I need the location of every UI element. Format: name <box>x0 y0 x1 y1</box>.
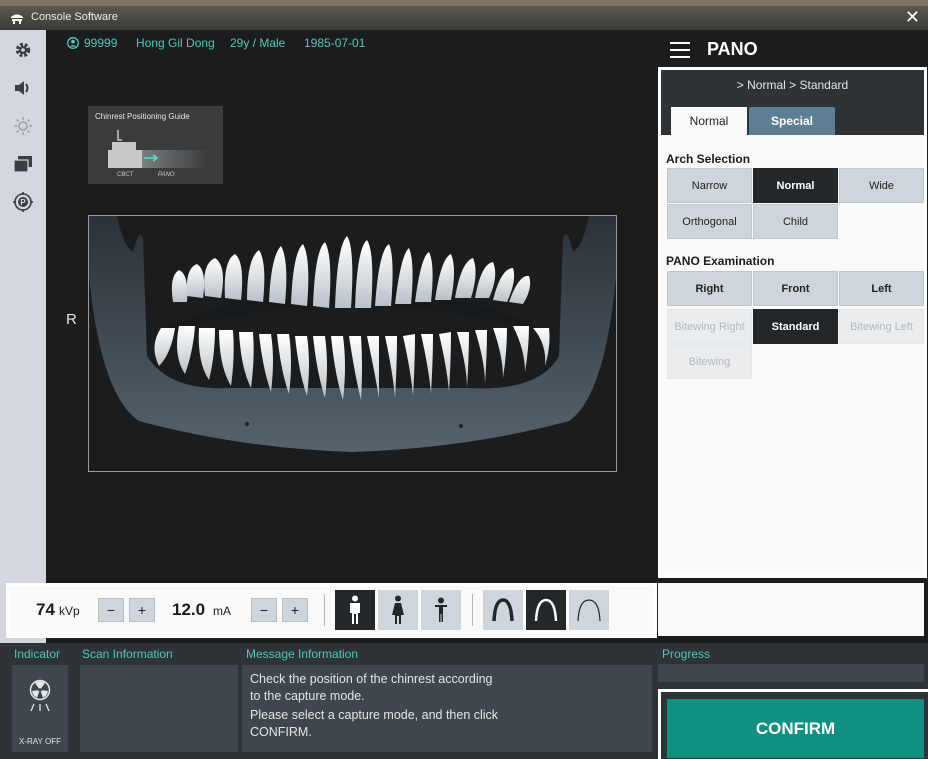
guide-label-cbct: CBCT <box>117 172 134 178</box>
jaw-teeth-illustration <box>89 216 616 452</box>
close-icon[interactable]: ✕ <box>905 8 920 26</box>
exam-bitewing-left-button[interactable]: Bitewing Left <box>839 309 924 344</box>
message-information-label: Message Information <box>246 647 359 661</box>
arch-narrow-shape-button[interactable] <box>483 590 523 630</box>
panoramic-preview <box>88 215 617 472</box>
speaker-icon[interactable] <box>8 73 38 103</box>
wide-arch-icon <box>577 599 601 622</box>
exam-left-button[interactable]: Left <box>839 271 924 306</box>
windows-stack-icon[interactable] <box>8 149 38 179</box>
left-toolbar: P <box>0 30 46 643</box>
exam-front-button[interactable]: Front <box>753 271 838 306</box>
male-figure-icon <box>350 595 360 624</box>
ma-unit: mA <box>213 604 231 618</box>
arch-orthogonal-button[interactable]: Orthogonal <box>667 204 752 239</box>
arch-normal-button[interactable]: Normal <box>753 168 838 203</box>
kvp-decrease-button[interactable]: − <box>98 598 124 622</box>
arch-selection-title: Arch Selection <box>666 152 751 166</box>
message-line: to the capture mode. <box>250 689 365 703</box>
title-bar: Console Software ✕ <box>0 0 928 30</box>
confirm-area: CONFIRM <box>658 689 928 759</box>
kvp-unit: kVp <box>59 604 80 618</box>
patient-user-icon <box>67 37 79 49</box>
patient-dob: 1985-07-01 <box>304 36 366 50</box>
mode-title: PANO <box>707 39 758 59</box>
female-figure-icon <box>392 595 404 624</box>
radiation-icon <box>29 679 51 712</box>
panel-footer-area <box>658 583 924 636</box>
settings-gear-icon[interactable] <box>8 35 38 65</box>
light-icon[interactable] <box>8 111 38 141</box>
arch-wide-button[interactable]: Wide <box>839 168 924 203</box>
arch-child-button[interactable]: Child <box>753 204 838 239</box>
chinrest-diagram-icon <box>108 130 208 168</box>
arch-normal-shape-button[interactable] <box>526 590 566 630</box>
ma-value: 12.0 <box>172 600 206 619</box>
progress-bar <box>658 664 924 682</box>
xray-status-text: X-RAY OFF <box>19 737 61 746</box>
panel-header: > Normal > Standard Normal Special <box>661 70 924 135</box>
message-line: Please select a capture mode, and then c… <box>250 708 499 722</box>
adult-male-button[interactable] <box>335 590 375 630</box>
exam-standard-button[interactable]: Standard <box>753 309 838 344</box>
menu-hamburger-icon[interactable] <box>670 42 690 58</box>
message-line: Check the position of the chinrest accor… <box>250 672 493 686</box>
confirm-button[interactable]: CONFIRM <box>667 699 924 758</box>
arch-wide-shape-button[interactable] <box>569 590 609 630</box>
pano-examination-title: PANO Examination <box>666 254 775 268</box>
console-window: Console Software ✕ P 99999 Hong Gil Dong… <box>0 0 928 759</box>
scan-information-label: Scan Information <box>82 647 173 661</box>
breadcrumb: > Normal > Standard <box>736 78 849 92</box>
normal-arch-icon <box>534 598 558 622</box>
patient-name: Hong Gil Dong <box>136 36 215 50</box>
xray-indicator: X-RAY OFF <box>12 665 68 752</box>
child-figure-icon <box>435 597 447 622</box>
narrow-arch-icon <box>492 598 514 622</box>
tab-special[interactable]: Special <box>749 107 835 135</box>
mode-header: PANO <box>652 30 928 67</box>
svg-text:P: P <box>20 198 26 207</box>
adult-female-button[interactable] <box>378 590 418 630</box>
exam-bitewing-right-button[interactable]: Bitewing Right <box>667 309 752 344</box>
patient-id: 99999 <box>84 36 118 50</box>
message-line: CONFIRM. <box>250 725 312 739</box>
kvp-value: 74 <box>36 600 55 619</box>
ma-increase-button[interactable]: + <box>282 598 308 622</box>
chinrest-positioning-guide: Chinrest Positioning Guide CBCT PANO <box>88 106 223 184</box>
guide-title: Chinrest Positioning Guide <box>95 112 190 121</box>
divider <box>324 594 325 626</box>
right-side-label: R <box>66 311 77 328</box>
arch-narrow-button[interactable]: Narrow <box>667 168 752 203</box>
tab-normal[interactable]: Normal <box>671 107 747 135</box>
app-logo-icon <box>11 14 23 24</box>
exposure-control-bar: 74 kVp − + 12.0 mA − + <box>6 583 657 638</box>
scan-information-box <box>80 665 238 752</box>
mode-selection-panel: > Normal > Standard Normal Special Arch … <box>658 67 927 578</box>
patient-info-bar: 99999 Hong Gil Dong 29y / Male 1985-07-0… <box>46 30 652 56</box>
guide-label-pano: PANO <box>158 172 175 178</box>
exam-right-button[interactable]: Right <box>667 271 752 306</box>
ma-decrease-button[interactable]: − <box>251 598 277 622</box>
message-box: Check the position of the chinrest accor… <box>242 665 652 752</box>
indicator-label: Indicator <box>14 647 61 661</box>
exam-bitewing-button[interactable]: Bitewing <box>667 344 752 379</box>
kvp-increase-button[interactable]: + <box>129 598 155 622</box>
window-title: Console Software <box>31 11 118 23</box>
patient-age-sex: 29y / Male <box>230 36 286 50</box>
progress-label: Progress <box>662 647 711 661</box>
target-p-icon[interactable]: P <box>8 187 38 217</box>
divider <box>472 594 473 626</box>
child-button[interactable] <box>421 590 461 630</box>
